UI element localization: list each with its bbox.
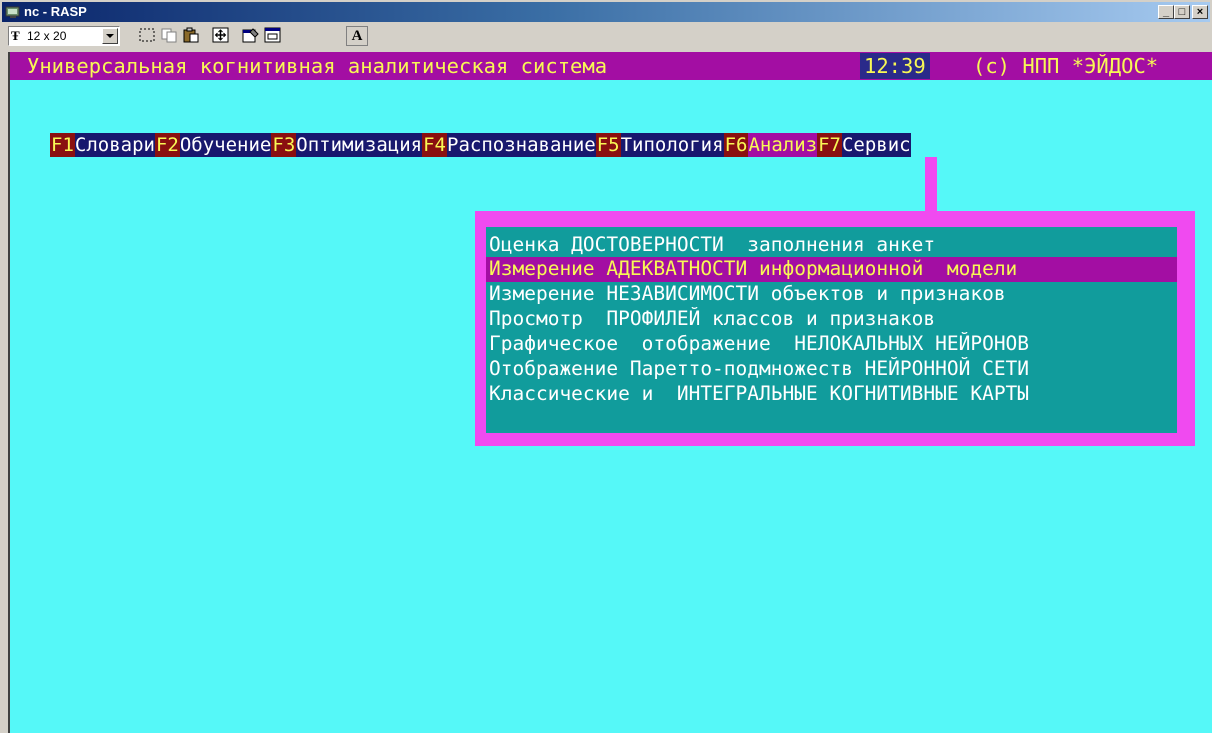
copyright-label: (с) НПП *ЭЙДОС* bbox=[973, 54, 1159, 78]
menu-hotkey: F7 bbox=[817, 133, 842, 157]
menu-item-f5[interactable]: F5 Типология bbox=[595, 133, 724, 157]
console-area[interactable]: Универсальная когнитивная аналитическая … bbox=[10, 52, 1212, 733]
background-icon bbox=[264, 27, 281, 43]
menu-label: Словари bbox=[74, 133, 155, 157]
submenu-item[interactable]: Оценка ДОСТОВЕРНОСТИ заполнения анкет bbox=[486, 233, 1177, 258]
maximize-icon: □ bbox=[1178, 6, 1186, 18]
menu-item-f2[interactable]: F2 Обучение bbox=[154, 133, 272, 157]
submenu-list: Оценка ДОСТОВЕРНОСТИ заполнения анкет Из… bbox=[486, 227, 1177, 433]
menu-label: Оптимизация bbox=[296, 133, 423, 157]
menu-item-f4[interactable]: F4 Распознавание bbox=[422, 133, 596, 157]
select-icon bbox=[139, 28, 155, 42]
menu-item-f6[interactable]: F6 Анализ bbox=[723, 133, 818, 157]
menu-hotkey: F5 bbox=[595, 133, 621, 157]
menu-item-f3[interactable]: F3 Оптимизация bbox=[271, 133, 423, 157]
truetype-icon: Ŧ bbox=[11, 28, 20, 43]
close-button[interactable]: × bbox=[1192, 5, 1208, 19]
close-icon: × bbox=[1196, 6, 1204, 18]
status-bar: Универсальная когнитивная аналитическая … bbox=[10, 52, 1212, 80]
paste-button[interactable] bbox=[180, 26, 202, 46]
maximize-button[interactable]: □ bbox=[1174, 5, 1190, 19]
menu-label: Анализ bbox=[748, 133, 818, 157]
font-button[interactable]: A bbox=[346, 26, 368, 46]
submenu-item[interactable]: Классические и ИНТЕГРАЛЬНЫЕ КОГНИТИВНЫЕ … bbox=[486, 382, 1177, 407]
submenu-item-selected[interactable]: Измерение АДЕКВАТНОСТИ информационной мо… bbox=[486, 257, 1177, 282]
fullscreen-icon bbox=[212, 27, 229, 43]
menu-label: Распознавание bbox=[447, 133, 596, 157]
app-icon[interactable] bbox=[5, 5, 21, 19]
copy-icon bbox=[161, 28, 177, 43]
system-title: Универсальная когнитивная аналитическая … bbox=[27, 54, 608, 78]
font-size-select[interactable]: Ŧ 12 x 20 bbox=[8, 26, 120, 46]
fullscreen-button[interactable] bbox=[210, 26, 232, 46]
menu-label: Типология bbox=[620, 133, 724, 157]
properties-button[interactable] bbox=[240, 26, 262, 46]
menu-item-f7[interactable]: F7 Сервис bbox=[817, 133, 911, 157]
select-button[interactable] bbox=[136, 26, 158, 46]
properties-icon bbox=[242, 28, 259, 43]
toolbar: Ŧ 12 x 20 A bbox=[2, 24, 1210, 52]
main-menu: F1 Словари F2 Обучение F3 Оптимизация F4… bbox=[50, 133, 911, 157]
menu-hotkey: F3 bbox=[271, 133, 297, 157]
submenu-item[interactable]: Отображение Паретто-подмножеств НЕЙРОННО… bbox=[486, 357, 1177, 382]
menu-hotkey: F4 bbox=[422, 133, 447, 157]
font-size-value: 12 x 20 bbox=[27, 29, 67, 43]
copy-button[interactable] bbox=[158, 26, 180, 46]
clock: 12:39 bbox=[860, 53, 930, 79]
submenu-connector bbox=[925, 157, 937, 212]
background-button[interactable] bbox=[262, 26, 284, 46]
menu-item-f1[interactable]: F1 Словари bbox=[50, 133, 155, 157]
submenu-item[interactable]: Графическое отображение НЕЛОКАЛЬНЫХ НЕЙР… bbox=[486, 332, 1177, 357]
paste-icon bbox=[183, 27, 199, 43]
submenu-item[interactable]: Просмотр ПРОФИЛЕЙ классов и признаков bbox=[486, 307, 1177, 332]
minimize-button[interactable]: _ bbox=[1158, 5, 1174, 19]
menu-hotkey: F2 bbox=[154, 133, 180, 157]
menu-hotkey: F1 bbox=[50, 133, 75, 157]
chevron-down-icon[interactable] bbox=[102, 28, 118, 44]
minimize-icon: _ bbox=[1162, 6, 1170, 18]
menu-label: Обучение bbox=[179, 133, 272, 157]
menu-hotkey: F6 bbox=[723, 133, 749, 157]
title-bar[interactable]: nc - RASP _ □ × bbox=[2, 2, 1210, 22]
window-title: nc - RASP bbox=[24, 4, 87, 19]
analysis-submenu: Оценка ДОСТОВЕРНОСТИ заполнения анкет Из… bbox=[475, 211, 1195, 446]
submenu-item[interactable]: Измерение НЕЗАВИСИМОСТИ объектов и призн… bbox=[486, 282, 1177, 307]
menu-label: Сервис bbox=[841, 133, 911, 157]
